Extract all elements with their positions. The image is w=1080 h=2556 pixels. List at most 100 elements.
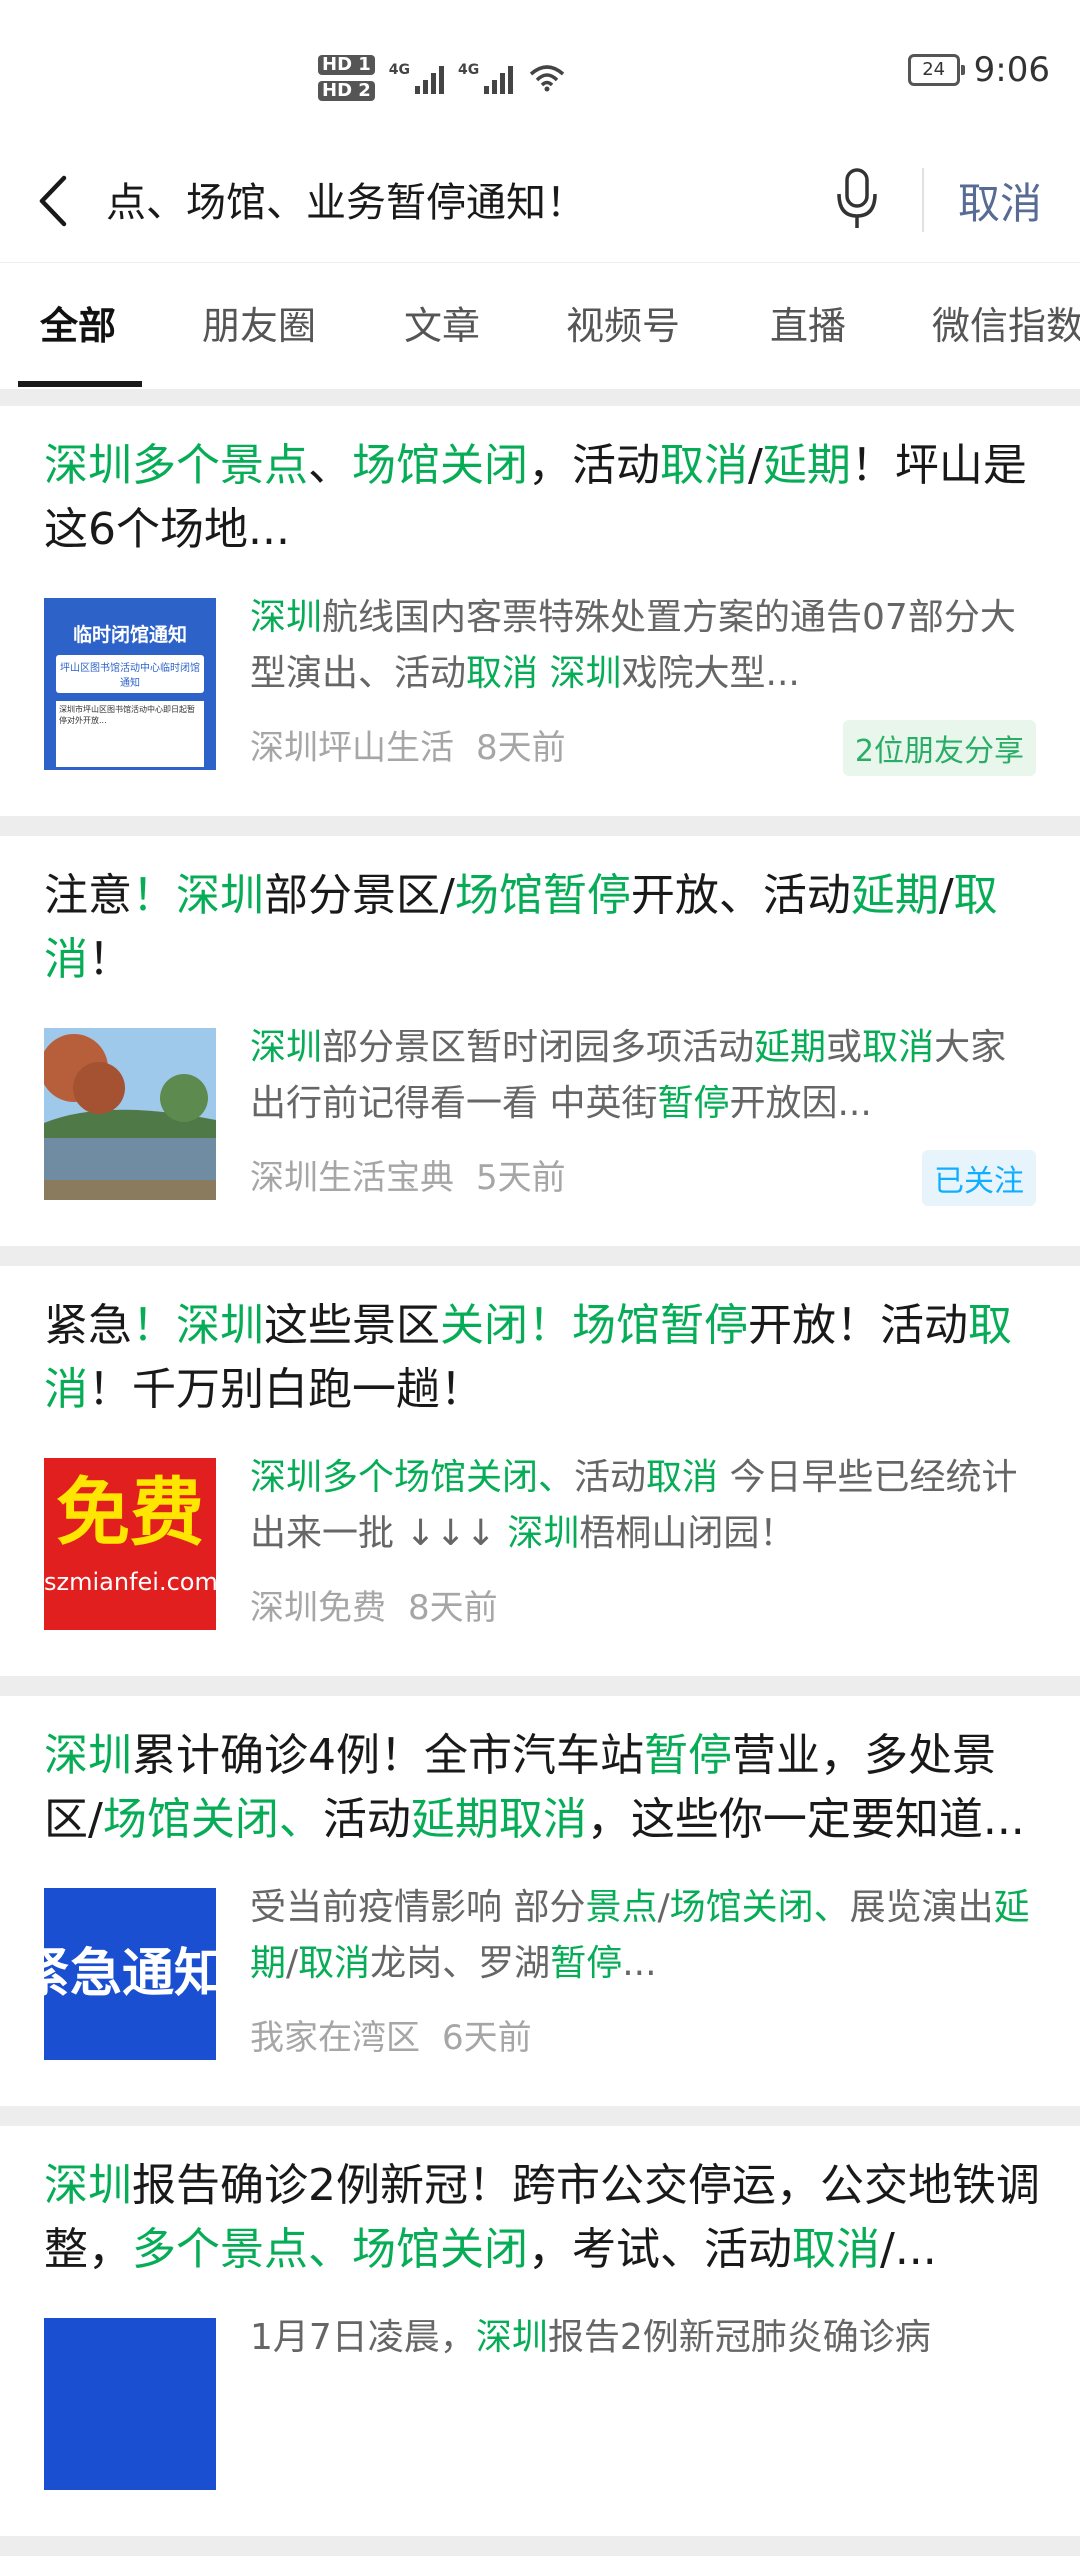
thumb-big-text: 免费 — [56, 1470, 204, 1556]
text-run: 开放因... — [729, 1083, 872, 1124]
keyword-highlight: 深圳多个场馆关闭、 — [250, 1457, 575, 1498]
article-thumbnail: 临时闭馆通知坪山区图书馆活动中心临时闭馆通知深圳市坪山区图书馆活动中心即日起暂停… — [44, 598, 216, 770]
keyword-highlight: 暂停 — [644, 1730, 732, 1781]
back-icon[interactable] — [30, 168, 80, 234]
keyword-highlight: 深圳 — [44, 1730, 132, 1781]
keyword-highlight: 场馆暂停 — [454, 870, 631, 921]
result-meta: 深圳免费 8天前 — [250, 1580, 498, 1629]
text-run: /... — [880, 2224, 937, 2275]
result-title[interactable]: 注意！深圳部分景区/场馆暂停开放、活动延期/取消！ — [44, 864, 1040, 992]
source-name[interactable]: 深圳免费 — [250, 1588, 386, 1628]
keyword-highlight: ！ — [132, 870, 176, 921]
hd2-label: HD 2 — [318, 81, 375, 101]
keyword-highlight: 场馆关闭、 — [669, 1887, 850, 1928]
article-thumbnail: 免费 szmianfei.com — [44, 1458, 216, 1630]
text-run: 受当前疫情影响 部分 — [250, 1887, 586, 1928]
result-title[interactable]: 深圳报告确诊2例新冠！跨市公交停运，公交地铁调整，多个景点、场馆关闭，考试、活动… — [44, 2154, 1040, 2282]
filter-tabs: 全部 朋友圈 文章 视频号 直播 微信指数 — [0, 262, 1080, 389]
text-run: 梧桐山闭园！ — [579, 1513, 796, 1554]
keyword-highlight: 延期 — [754, 1027, 827, 1068]
keyword-highlight: ！ — [132, 1300, 176, 1351]
keyword-highlight: 取消 — [298, 1943, 371, 1984]
source-name[interactable]: 我家在湾区 — [250, 2018, 420, 2058]
text-run: 部分景区/ — [264, 870, 455, 921]
keyword-highlight: 场馆关闭、 — [102, 1794, 323, 1845]
keyword-highlight: 多个景点、场馆关闭 — [132, 2224, 528, 2275]
result-snippet: 深圳航线国内客票特殊处置方案的通告07部分大型演出、活动取消 深圳戏院大型... — [250, 590, 1030, 702]
followed-badge: 已关注 — [922, 1150, 1036, 1206]
signal-group: HD 1 HD 2 4G 4G — [318, 48, 565, 108]
keyword-highlight: 取消 — [792, 2224, 880, 2275]
keyword-highlight: 深圳多个景点 — [44, 440, 308, 491]
keyword-highlight: 景点 — [585, 1887, 658, 1928]
status-bar: HD 1 HD 2 4G 4G 24 9:06 — [0, 0, 1080, 140]
thumb-subtitle: 坪山区图书馆活动中心临时闭馆通知 — [56, 655, 204, 693]
publish-time: 6天前 — [442, 2018, 532, 2058]
text-run: 龙岗、罗湖 — [370, 1943, 551, 1984]
microphone-icon[interactable] — [834, 162, 880, 238]
keyword-highlight: 深圳 — [250, 1027, 323, 1068]
hd1-label: HD 1 — [318, 55, 375, 75]
cancel-button[interactable]: 取消 — [958, 170, 1042, 231]
hd-icon: HD 1 HD 2 — [318, 55, 375, 101]
tab-articles[interactable]: 文章 — [404, 295, 480, 350]
search-result-card[interactable]: 深圳报告确诊2例新冠！跨市公交停运，公交地铁调整，多个景点、场馆关闭，考试、活动… — [0, 2126, 1080, 2536]
keyword-highlight: 深圳 — [176, 1300, 264, 1351]
text-run: ，这些你一定要知道... — [586, 1794, 1025, 1845]
source-name[interactable]: 深圳生活宝典 — [250, 1158, 454, 1198]
keyword-highlight: 暂停 — [657, 1083, 730, 1124]
thumb-body: 深圳市坪山区图书馆活动中心即日起暂停对外开放... — [56, 701, 204, 767]
publish-time: 5天前 — [476, 1158, 566, 1198]
wifi-icon — [530, 65, 565, 92]
tab-all[interactable]: 全部 — [40, 295, 116, 350]
tab-live[interactable]: 直播 — [770, 295, 846, 350]
signal-icon-1: 4G — [389, 62, 445, 94]
active-tab-indicator — [18, 381, 142, 387]
keyword-highlight: 延期取消 — [410, 1794, 587, 1845]
text-run: 部分景区暂时闭园多项活动 — [322, 1027, 755, 1068]
result-snippet: 深圳多个场馆关闭、活动取消 今日早些已经统计出来一批 ↓↓↓ 深圳梧桐山闭园！ — [250, 1450, 1030, 1562]
text-run: 开放！活动 — [748, 1300, 968, 1351]
search-result-card[interactable]: 深圳多个景点、场馆关闭，活动取消/延期！坪山是这6个场地... 临时闭馆通知坪山区… — [0, 406, 1080, 816]
friends-shared-badge: 2位朋友分享 — [842, 720, 1036, 776]
keyword-highlight: 深圳 — [44, 2160, 132, 2211]
keyword-highlight: 深圳 — [549, 653, 622, 694]
text-run: 、 — [308, 440, 352, 491]
result-title[interactable]: 深圳累计确诊4例！全市汽车站暂停营业，多处景区/场馆关闭、活动延期取消，这些你一… — [44, 1724, 1040, 1852]
search-result-card[interactable]: 紧急！深圳这些景区关闭！场馆暂停开放！活动取消！千万别白跑一趟！ 免费 szmian… — [0, 1266, 1080, 1676]
text-run: 紧急 — [44, 1300, 132, 1351]
text-run: ，考试、活动 — [528, 2224, 792, 2275]
thumb-url: szmianfei.com — [44, 1568, 216, 1596]
search-result-card[interactable]: 注意！深圳部分景区/场馆暂停开放、活动延期/取消！ 深圳部分景区暂时闭园多项活动延… — [0, 836, 1080, 1246]
text-run: 活动 — [322, 1794, 411, 1845]
tab-channels[interactable]: 视频号 — [566, 295, 680, 350]
keyword-highlight: 暂停 — [550, 1943, 623, 1984]
keyword-highlight: 关闭！ — [440, 1300, 572, 1351]
search-input[interactable]: 点、场馆、业务暂停通知！ — [106, 170, 826, 228]
status-right: 24 9:06 — [907, 50, 1050, 90]
lake-photo — [44, 1028, 216, 1200]
tab-wechat-index[interactable]: 微信指数 — [932, 295, 1080, 350]
result-snippet: 受当前疫情影响 部分景点/场馆关闭、展览演出延期/取消龙岗、罗湖暂停... — [250, 1880, 1030, 1992]
keyword-highlight: 深圳 — [250, 597, 323, 638]
keyword-highlight: 场馆关闭 — [352, 440, 528, 491]
result-title[interactable]: 紧急！深圳这些景区关闭！场馆暂停开放！活动取消！千万别白跑一趟！ — [44, 1294, 1040, 1422]
result-snippet: 深圳部分景区暂时闭园多项活动延期或取消大家出行前记得看一看 中英街暂停开放因..… — [250, 1020, 1030, 1132]
text-run: 或 — [826, 1027, 863, 1068]
search-result-card[interactable]: 深圳累计确诊4例！全市汽车站暂停营业，多处景区/场馆关闭、活动延期取消，这些你一… — [0, 1696, 1080, 2106]
keyword-highlight: 取消 — [660, 440, 748, 491]
publish-time: 8天前 — [476, 728, 566, 768]
text-run: 累计确诊4例！全市汽车站 — [132, 1730, 644, 1781]
text-run: / — [748, 440, 763, 491]
keyword-highlight: 深圳 — [507, 1513, 580, 1554]
text-run: / — [657, 1887, 670, 1928]
source-name[interactable]: 深圳坪山生活 — [250, 728, 454, 768]
keyword-highlight: 深圳 — [475, 2317, 548, 2358]
results-list: 深圳多个景点、场馆关闭，活动取消/延期！坪山是这6个场地... 临时闭馆通知坪山区… — [0, 406, 1080, 2556]
thumb-title: 临时闭馆通知 — [72, 624, 187, 646]
text-run: ... — [622, 1943, 657, 1984]
result-title[interactable]: 深圳多个景点、场馆关闭，活动取消/延期！坪山是这6个场地... — [44, 434, 1040, 562]
text-run: / — [938, 870, 954, 921]
tab-moments[interactable]: 朋友圈 — [202, 295, 316, 350]
keyword-highlight: 延期 — [762, 440, 851, 491]
